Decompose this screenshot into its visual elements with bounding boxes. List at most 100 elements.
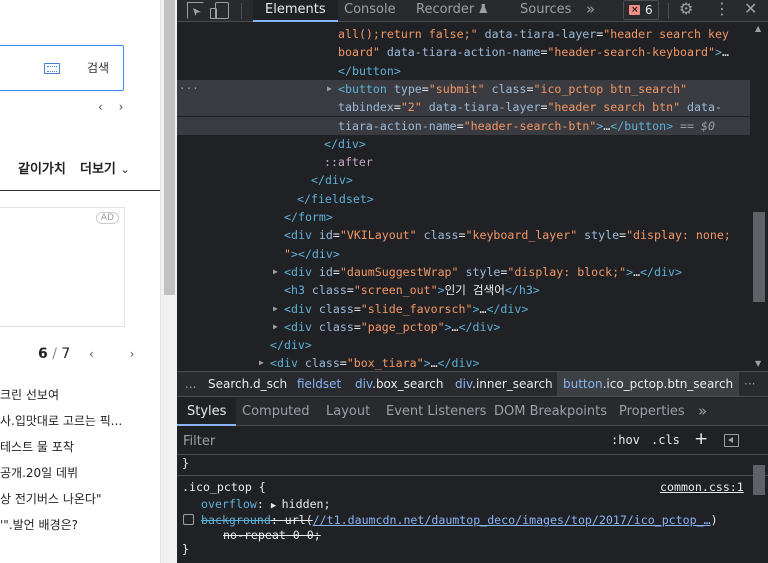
background-url-link[interactable]: //t1.daumcdn.net/daumtop_deco/images/top… bbox=[313, 513, 711, 527]
dom-node-line[interactable]: "></div> bbox=[177, 245, 750, 263]
dom-node-line[interactable]: </div> bbox=[177, 336, 750, 354]
tab-elements[interactable]: Elements bbox=[253, 0, 338, 22]
settings-gear-icon[interactable]: ⚙ bbox=[679, 0, 693, 18]
tab-sources[interactable]: Sources bbox=[520, 0, 571, 22]
dom-token-tag: <div bbox=[284, 301, 312, 316]
dom-token-txt: = bbox=[339, 356, 347, 370]
dom-node-line[interactable]: <div id="VKILayout" class="keyboard_laye… bbox=[177, 226, 750, 244]
search-input-box[interactable]: 검색 bbox=[0, 45, 124, 91]
web-page-viewport: 검색 ‹ › 같이가치 더보기 ⌄ AD 6 / 7 ‹ › 크린 선보여 사.… bbox=[0, 0, 160, 563]
more-subtabs-chevron-icon[interactable]: » bbox=[698, 398, 707, 425]
tab-styles[interactable]: Styles bbox=[177, 398, 237, 426]
news-pager-arrows[interactable]: ‹ › bbox=[89, 347, 150, 361]
tab-event-listeners[interactable]: Event Listeners bbox=[386, 398, 486, 425]
inspect-element-icon[interactable] bbox=[187, 2, 204, 19]
dom-node-line[interactable]: </fieldset> bbox=[177, 190, 750, 208]
devtools-panel: Elements Console Recorder Sources » 6 ⚙ … bbox=[177, 0, 768, 563]
dom-node-line[interactable]: ::after bbox=[177, 153, 750, 171]
menu-item-together-value[interactable]: 같이가치 bbox=[18, 158, 66, 177]
dom-token-txt: … bbox=[721, 45, 729, 60]
styles-subtabbar: Styles Computed Layout Event Listeners D… bbox=[177, 398, 768, 426]
dom-node-line[interactable]: <h3 class="screen_out">인기 검색어</h3> bbox=[177, 281, 750, 299]
expand-triangle-icon[interactable]: ▶ bbox=[327, 80, 332, 98]
more-options-kebab-icon[interactable]: ⋮ bbox=[714, 0, 730, 18]
tab-computed[interactable]: Computed bbox=[242, 398, 310, 425]
dom-tree-scrollbar-thumb[interactable] bbox=[753, 212, 765, 302]
issues-badge[interactable]: 6 bbox=[623, 0, 659, 20]
dom-node-selected-line[interactable]: ··· ▶ <button type="submit" class="ico_pct… bbox=[177, 79, 750, 98]
dom-token-val: "ico_pctop btn_search" bbox=[533, 81, 688, 96]
style-rules-scrollbar-thumb[interactable] bbox=[753, 465, 765, 495]
styles-filter-bar: :hov .cls + bbox=[177, 427, 768, 455]
dom-token-pseudo: ::after bbox=[324, 155, 373, 170]
device-toolbar-icon[interactable] bbox=[210, 2, 229, 19]
dom-node-line[interactable]: ▶ <div id="daumSuggestWrap" style="displa… bbox=[177, 263, 750, 281]
toggle-computed-sidebar-icon[interactable] bbox=[724, 434, 739, 447]
breadcrumb-div-box-search[interactable]: div.box_search bbox=[355, 372, 444, 396]
expand-triangle-icon[interactable]: ▶ bbox=[273, 263, 278, 281]
news-item[interactable]: 크린 선보여 bbox=[0, 387, 122, 413]
news-item[interactable]: 사.입맛대로 고르는 픽... bbox=[0, 413, 122, 439]
expand-triangle-icon[interactable]: ▶ bbox=[273, 318, 278, 336]
dom-tree-scrollbar[interactable]: ▲ ▼ bbox=[750, 22, 768, 370]
rule-selector[interactable]: .ico_pctop { bbox=[182, 479, 266, 496]
news-item[interactable]: 공개.20일 데뷔 bbox=[0, 465, 122, 491]
breadcrumb-more-dots[interactable]: ··· bbox=[744, 372, 755, 396]
page-scrollbar[interactable] bbox=[160, 0, 177, 563]
breadcrumb-overflow-dots[interactable]: ... bbox=[185, 372, 196, 396]
new-style-rule-plus-icon[interactable]: + bbox=[694, 429, 708, 449]
dom-node-line[interactable]: ▶ <div class="slide_favorsch">…</div> bbox=[177, 300, 750, 318]
search-button[interactable]: 검색 bbox=[87, 59, 109, 76]
page-scrollbar-thumb[interactable] bbox=[164, 0, 175, 295]
hover-state-toggle[interactable]: :hov bbox=[611, 433, 640, 447]
rule-source-link[interactable]: common.css:1 bbox=[660, 479, 744, 496]
dom-token-attr: style bbox=[458, 264, 501, 279]
scroll-down-icon[interactable]: ▼ bbox=[755, 359, 761, 368]
breadcrumb-button-selected[interactable]: button.ico_pctop.btn_search bbox=[557, 372, 740, 396]
tab-properties[interactable]: Properties bbox=[619, 398, 685, 425]
more-tabs-chevron-icon[interactable]: » bbox=[586, 0, 595, 18]
dom-token-val: "box_tiara" bbox=[346, 356, 424, 370]
close-devtools-icon[interactable]: ✕ bbox=[744, 0, 757, 18]
dom-token-tag: </form> bbox=[284, 210, 333, 224]
news-item[interactable]: 테스트 물 포착 bbox=[0, 439, 122, 465]
style-rules-scrollbar[interactable] bbox=[750, 455, 768, 563]
dom-token-txt: = bbox=[353, 301, 361, 316]
styles-filter-input[interactable] bbox=[183, 432, 483, 450]
dom-node-line[interactable]: </button> bbox=[177, 62, 750, 80]
dom-token-attr: type bbox=[386, 81, 422, 96]
dom-token-txt: = bbox=[332, 264, 340, 279]
dom-node-line[interactable]: all();return false;" data-tiara-layer="h… bbox=[177, 25, 750, 43]
ad-banner[interactable]: AD bbox=[0, 207, 125, 327]
keyboard-icon[interactable] bbox=[44, 63, 60, 74]
news-item[interactable]: '".발언 배경은? bbox=[0, 517, 122, 543]
scroll-up-icon[interactable]: ▲ bbox=[755, 24, 761, 33]
dom-token-tag: </button> bbox=[610, 118, 674, 133]
keyword-nav-arrows[interactable]: ‹ › bbox=[98, 100, 129, 114]
dom-node-line[interactable]: ▶ <div class="page_pctop">…</div> bbox=[177, 318, 750, 336]
tab-console[interactable]: Console bbox=[344, 0, 396, 22]
divider bbox=[241, 3, 242, 19]
dom-node-line[interactable]: </form> bbox=[177, 208, 750, 226]
expand-triangle-icon[interactable]: ▶ bbox=[273, 300, 278, 318]
breadcrumb-search-d-sch[interactable]: Search.d_sch bbox=[208, 372, 287, 396]
menu-item-more[interactable]: 더보기 ⌄ bbox=[80, 158, 130, 177]
declaration-checkbox[interactable] bbox=[183, 514, 194, 525]
expand-triangle-icon[interactable]: ▶ bbox=[259, 354, 264, 370]
tab-layout[interactable]: Layout bbox=[326, 398, 370, 425]
tab-dom-breakpoints[interactable]: DOM Breakpoints bbox=[494, 398, 607, 425]
dom-node-line[interactable]: ▶ <div class="box_tiara">…</div> bbox=[177, 354, 750, 370]
tab-recorder[interactable]: Recorder bbox=[416, 0, 488, 22]
dom-node-selected-line[interactable]: tiara-action-name="header-search-btn">…<… bbox=[177, 116, 750, 135]
node-actions-dots-icon[interactable]: ··· bbox=[179, 80, 199, 98]
breadcrumb-fieldset[interactable]: fieldset bbox=[297, 372, 341, 396]
dom-node-selected-line[interactable]: tabindex="2" data-tiara-layer="header se… bbox=[177, 98, 750, 117]
dom-node-line[interactable]: board" data-tiara-action-name="header-se… bbox=[177, 43, 750, 61]
declaration-background-continuation: no-repeat 0 0; bbox=[223, 528, 321, 542]
class-toggle[interactable]: .cls bbox=[651, 433, 680, 447]
breadcrumb-div-inner-search[interactable]: div.inner_search bbox=[455, 372, 553, 396]
dom-node-line[interactable]: </div> bbox=[177, 135, 750, 153]
dom-node-line[interactable]: </div> bbox=[177, 171, 750, 189]
dom-token-tag: </div> bbox=[324, 136, 366, 151]
news-item[interactable]: 상 전기버스 나온다" bbox=[0, 491, 122, 517]
